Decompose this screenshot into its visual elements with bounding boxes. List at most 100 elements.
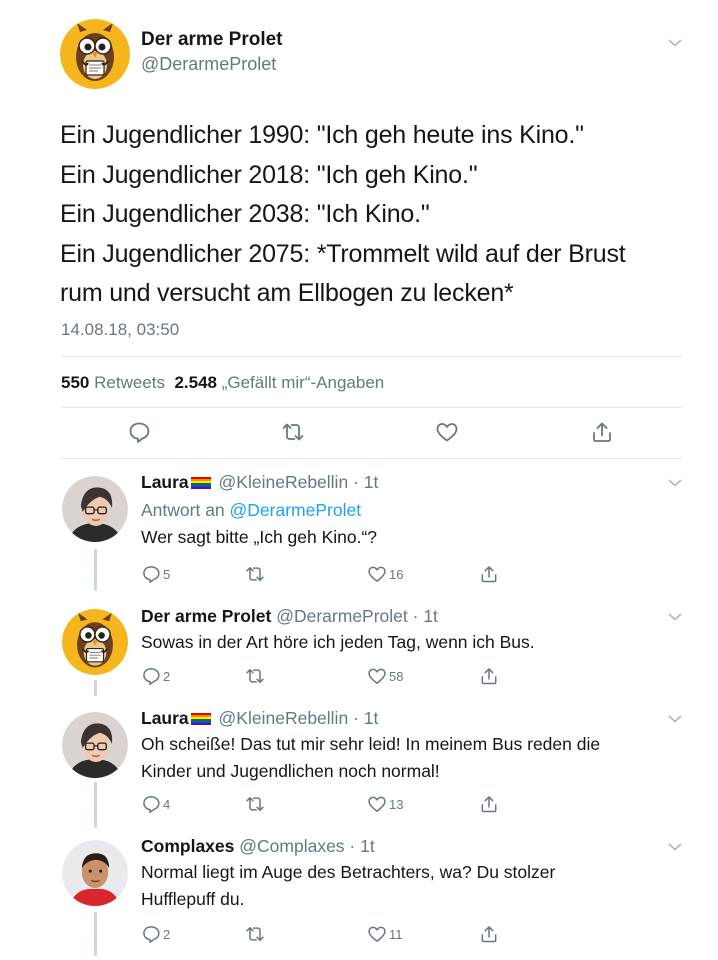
replying-to-mention[interactable]: @DerarmeProlet	[230, 500, 362, 520]
share-icon[interactable]	[479, 564, 499, 584]
like-count: 16	[389, 566, 404, 582]
reply-author-name[interactable]: Laura	[141, 708, 189, 728]
share-action[interactable]	[479, 924, 499, 944]
tweet-text: Ein Jugendlicher 1990: "Ich geh heute in…	[60, 116, 690, 314]
reply-text-line: Normal liegt im Auge des Betrachters, wa…	[141, 862, 556, 882]
share-icon[interactable]	[590, 420, 614, 444]
tweet-text-line: Ein Jugendlicher 2018: "Ich geh Kino."	[60, 160, 478, 189]
reply-action[interactable]: 2	[141, 666, 170, 686]
reply-text-line: Sowas in der Art höre ich jeden Tag, wen…	[141, 632, 535, 652]
reply-avatar[interactable]	[62, 476, 128, 542]
tweet-text-line: Ein Jugendlicher 2038: "Ich Kino."	[60, 200, 430, 228]
reply-text-line: Kinder und Jugendlichen noch normal!	[141, 761, 440, 781]
reply-icon[interactable]	[141, 794, 161, 814]
like-icon[interactable]	[367, 924, 387, 944]
reply-actions: 2 58	[141, 666, 501, 688]
reply-count: 4	[163, 796, 171, 812]
reply-action[interactable]: 5	[141, 564, 170, 584]
like-icon[interactable]	[367, 564, 387, 584]
retweet-action[interactable]	[245, 794, 265, 814]
reply-icon[interactable]	[127, 420, 151, 444]
chevron-down-icon[interactable]	[668, 714, 682, 724]
thread-line	[94, 782, 97, 828]
reply-actions: 5 16	[141, 564, 501, 586]
retweet-icon[interactable]	[281, 420, 305, 444]
reply-handle-time[interactable]: @DerarmeProlet · 1t	[276, 606, 438, 626]
like-action[interactable]: 58	[367, 666, 403, 686]
reply-header: Laura @KleineRebellin · 1t	[141, 708, 378, 729]
reply-action[interactable]: 4	[141, 794, 170, 814]
share-action[interactable]	[479, 564, 499, 584]
retweet-action[interactable]	[245, 666, 265, 686]
like-count: 11	[389, 926, 403, 942]
reply-actions: 2 11	[141, 924, 501, 946]
like-icon[interactable]	[367, 666, 387, 686]
tweet-text-line: Ein Jugendlicher 2075: *Trommelt wild au…	[60, 239, 626, 268]
reply-handle-time[interactable]: @KleineRebellin · 1t	[219, 708, 379, 728]
reply-author-name[interactable]: Der arme Prolet	[141, 606, 271, 626]
thread-line	[94, 549, 97, 591]
reply-text-line: Hufflepuff du.	[141, 889, 245, 909]
reply-header: Laura @KleineRebellin · 1t	[141, 472, 378, 493]
reply-text: Wer sagt bitte „Ich geh Kino.“?	[141, 524, 681, 551]
reply-icon[interactable]	[141, 666, 161, 686]
retweets-count[interactable]: 550	[61, 373, 89, 392]
divider	[61, 407, 682, 408]
retweet-action[interactable]	[245, 564, 265, 584]
chevron-down-icon[interactable]	[668, 842, 682, 852]
reply-header: Complaxes @Complaxes · 1t	[141, 836, 375, 857]
reply-count: 2	[163, 926, 171, 942]
retweet-icon[interactable]	[245, 924, 265, 944]
author-handle[interactable]: @DerarmeProlet	[141, 54, 276, 75]
likes-count[interactable]: 2.548	[174, 373, 217, 392]
reply-action[interactable]: 2	[141, 924, 170, 944]
chevron-down-icon[interactable]	[668, 38, 682, 48]
tweet-text-line: Ein Jugendlicher 1990: "Ich geh heute in…	[60, 121, 584, 149]
rainbow-flag-icon	[190, 477, 211, 489]
share-icon[interactable]	[479, 666, 499, 686]
tweet-text-line: rum und versucht am Ellbogen zu lecken*	[60, 279, 514, 307]
retweets-label[interactable]: Retweets	[94, 373, 165, 392]
reply-avatar[interactable]	[62, 712, 128, 778]
reply-text: Oh scheiße! Das tut mir sehr leid! In me…	[141, 731, 681, 785]
like-icon[interactable]	[435, 420, 459, 444]
share-icon[interactable]	[479, 794, 499, 814]
reply-avatar[interactable]	[62, 609, 128, 675]
chevron-down-icon[interactable]	[668, 478, 682, 488]
reply-count: 5	[163, 566, 171, 582]
divider	[61, 356, 682, 357]
reply-author-name[interactable]: Complaxes	[141, 836, 234, 856]
author-avatar[interactable]	[60, 19, 130, 89]
reply-handle-time[interactable]: @Complaxes · 1t	[239, 836, 374, 856]
retweet-icon[interactable]	[245, 794, 265, 814]
retweet-action[interactable]	[245, 924, 265, 944]
tweet-stats: 550 Retweets 2.548 „Gefällt mir“-Angaben	[61, 373, 384, 393]
like-icon[interactable]	[367, 794, 387, 814]
reply-text-line: Oh scheiße! Das tut mir sehr leid! In me…	[141, 734, 601, 754]
like-count: 13	[389, 796, 404, 812]
like-action[interactable]: 13	[367, 794, 403, 814]
reply-text-line: Wer sagt bitte „Ich geh Kino.“?	[141, 527, 378, 547]
reply-actions: 4 13	[141, 794, 501, 816]
reply-count: 2	[163, 668, 171, 684]
reply-icon[interactable]	[141, 564, 161, 584]
thread-line	[94, 912, 97, 956]
retweet-icon[interactable]	[245, 666, 265, 686]
share-icon[interactable]	[479, 924, 499, 944]
share-action[interactable]	[479, 666, 499, 686]
reply-author-name[interactable]: Laura	[141, 472, 189, 492]
like-action[interactable]: 16	[367, 564, 403, 584]
like-action[interactable]: 11	[367, 924, 403, 944]
reply-header: Der arme Prolet @DerarmeProlet · 1t	[141, 606, 438, 627]
share-action[interactable]	[479, 794, 499, 814]
reply-text: Normal liegt im Auge des Betrachters, wa…	[141, 859, 681, 913]
reply-avatar[interactable]	[62, 840, 128, 906]
likes-label[interactable]: „Gefällt mir“-Angaben	[222, 373, 385, 392]
replying-to: Antwort an @DerarmeProlet	[141, 500, 361, 521]
reply-icon[interactable]	[141, 924, 161, 944]
tweet-timestamp[interactable]: 14.08.18, 03:50	[61, 320, 179, 340]
chevron-down-icon[interactable]	[668, 612, 682, 622]
reply-handle-time[interactable]: @KleineRebellin · 1t	[219, 472, 379, 492]
author-name[interactable]: Der arme Prolet	[141, 29, 283, 51]
retweet-icon[interactable]	[245, 564, 265, 584]
